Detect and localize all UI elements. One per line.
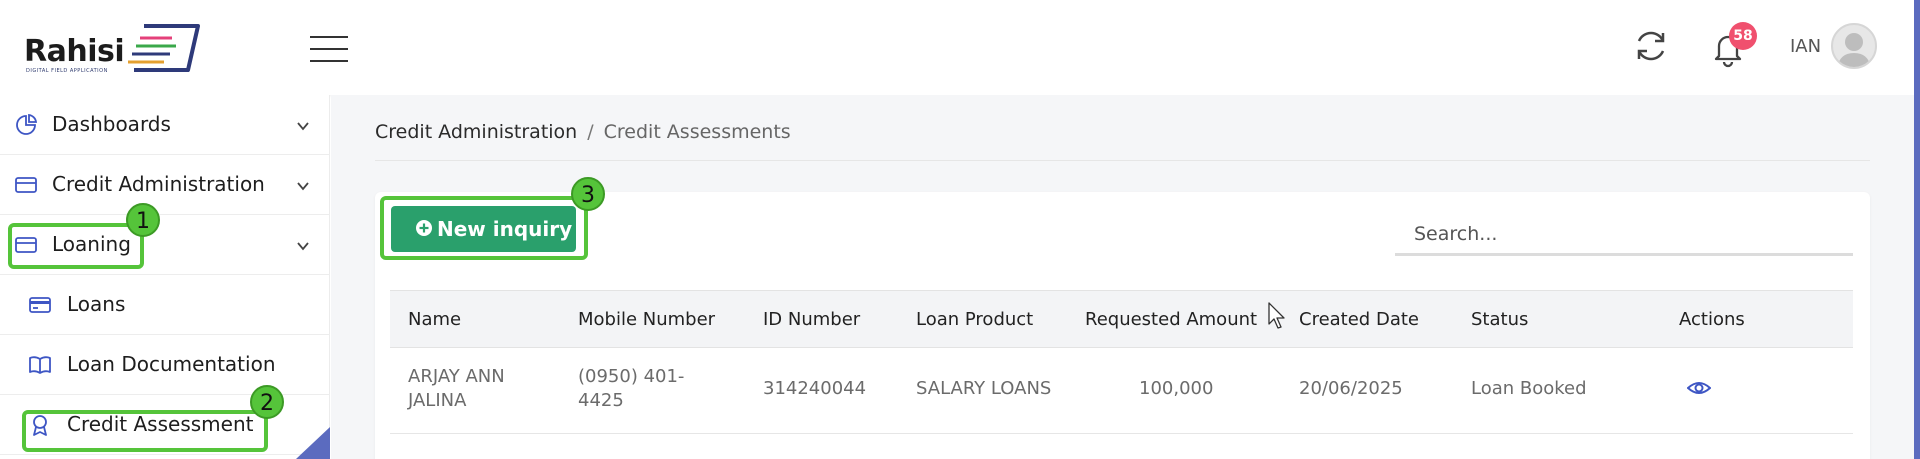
award-icon	[33, 415, 47, 436]
sidebar-item-label: Credit Assessment	[67, 412, 254, 436]
card-icon	[15, 237, 37, 253]
breadcrumb-current: Credit Assessments	[603, 121, 791, 143]
mouse-cursor-icon	[1268, 302, 1285, 329]
column-header-loan-product[interactable]: Loan Product	[916, 309, 1033, 330]
top-header: Rahisi DIGITAL FIELD APPLICATION 58 IAN	[0, 0, 1920, 95]
cell-mobile-cont: 4425	[578, 390, 624, 411]
window-edge	[1914, 0, 1920, 459]
cell-requested-amount: 100,000	[1139, 378, 1214, 399]
search-input[interactable]	[1395, 214, 1853, 256]
breadcrumb: Credit Administration / Credit Assessments	[375, 121, 791, 143]
table-header: Name Mobile Number ID Number Loan Produc…	[390, 290, 1853, 348]
column-header-actions: Actions	[1679, 309, 1745, 330]
breadcrumb-parent[interactable]: Credit Administration	[375, 121, 577, 143]
card-icon	[15, 177, 37, 193]
callout-number-2: 2	[250, 385, 284, 419]
logo-mark-icon	[128, 24, 200, 72]
cell-loan-product: SALARY LOANS	[916, 378, 1052, 399]
sidebar-item-loans[interactable]: Loans	[0, 275, 330, 335]
sidebar-item-label: Credit Administration	[52, 172, 265, 196]
cell-name-cont: JALINA	[408, 390, 467, 411]
logo-text: Rahisi	[24, 34, 125, 69]
sidebar-item-label: Dashboards	[52, 112, 171, 136]
table-row[interactable]: ARJAY ANN JALINA (0950) 401- 4425 314240…	[390, 348, 1853, 434]
logo-subtext: DIGITAL FIELD APPLICATION	[26, 68, 108, 74]
new-inquiry-label: New inquiry	[437, 217, 573, 241]
eye-icon[interactable]	[1687, 376, 1711, 400]
cell-id-number: 314240044	[763, 378, 867, 399]
plus-circle-icon	[416, 220, 432, 236]
notification-badge: 58	[1729, 22, 1757, 50]
column-header-mobile-number[interactable]: Mobile Number	[578, 309, 715, 330]
sidebar-item-label: Loan Documentation	[67, 352, 276, 376]
divider	[375, 160, 1870, 161]
chevron-down-icon	[297, 122, 309, 131]
column-header-id-number[interactable]: ID Number	[763, 309, 860, 330]
breadcrumb-separator: /	[587, 121, 594, 143]
new-inquiry-button[interactable]: New inquiry	[391, 206, 576, 252]
book-icon	[29, 356, 51, 374]
callout-number-1: 1	[126, 203, 160, 237]
sidebar-item-dashboards[interactable]: Dashboards	[0, 95, 330, 155]
menu-toggle-button[interactable]	[310, 36, 348, 62]
chevron-down-icon	[297, 242, 309, 251]
user-name[interactable]: IAN	[1790, 36, 1821, 57]
callout-number-3: 3	[571, 177, 605, 211]
user-silhouette-icon	[1837, 33, 1871, 67]
refresh-icon[interactable]	[1632, 27, 1670, 65]
cell-created-date: 20/06/2025	[1299, 378, 1403, 399]
sidebar-item-label: Loaning	[52, 232, 131, 256]
avatar[interactable]	[1831, 23, 1877, 69]
credit-card-icon	[29, 297, 51, 313]
column-header-status[interactable]: Status	[1471, 309, 1528, 330]
column-header-requested-amount[interactable]: Requested Amount	[1085, 309, 1257, 330]
rahisi-logo[interactable]: Rahisi DIGITAL FIELD APPLICATION	[24, 20, 200, 78]
chevron-down-icon	[297, 182, 309, 191]
cell-name: ARJAY ANN	[408, 366, 505, 387]
sidebar-item-loan-documentation[interactable]: Loan Documentation	[0, 335, 330, 395]
sidebar-item-credit-administration[interactable]: Credit Administration	[0, 155, 330, 215]
sidebar-item-label: Loans	[67, 292, 126, 316]
column-header-name[interactable]: Name	[408, 309, 461, 330]
cell-mobile: (0950) 401-	[578, 366, 685, 387]
sidebar-item-loaning[interactable]: Loaning	[0, 215, 330, 275]
cell-status: Loan Booked	[1471, 378, 1587, 399]
pie-chart-icon	[16, 113, 38, 135]
sidebar-corner-decoration	[296, 427, 330, 459]
column-header-created-date[interactable]: Created Date	[1299, 309, 1419, 330]
